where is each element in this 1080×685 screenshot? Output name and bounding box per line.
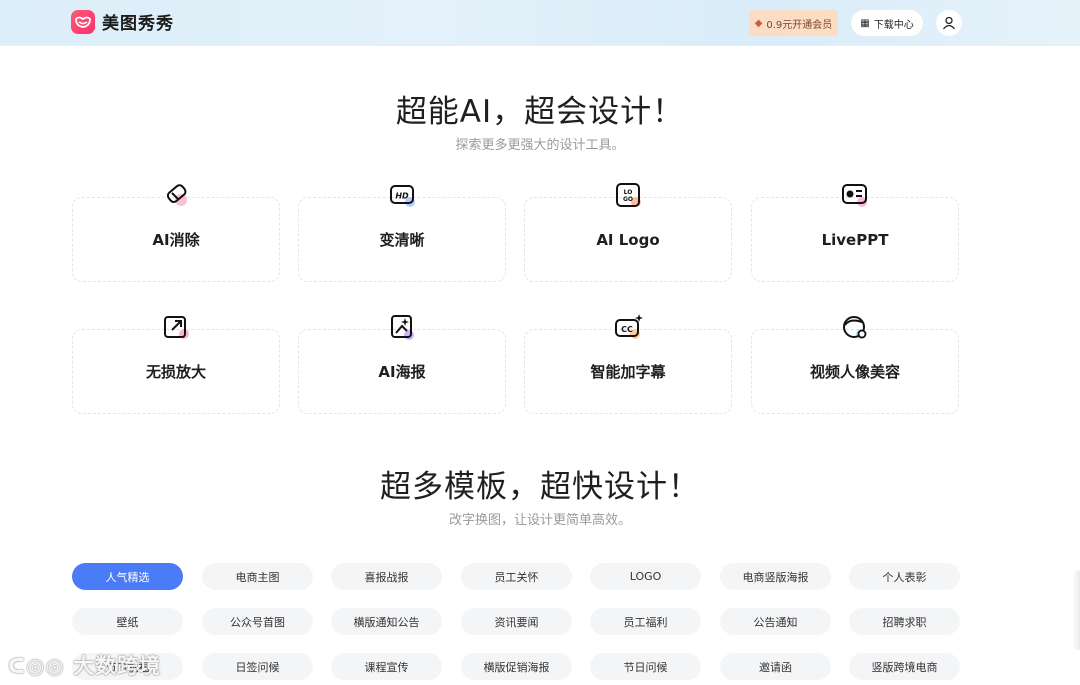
template-chip[interactable]: 壁纸 (72, 608, 183, 635)
face-beauty-icon (843, 316, 867, 339)
user-avatar-button[interactable] (936, 10, 962, 36)
download-center-button[interactable]: ▦ 下载中心 (851, 10, 923, 36)
page: 美图秀秀 ◆ 0.9元开通会员 ▦ 下载中心 超能AI，超会设计！ 探索更多更强… (0, 0, 1080, 685)
template-chip[interactable]: 招聘求职 (849, 608, 960, 635)
brand-name: 美图秀秀 (102, 14, 174, 34)
svg-text:HD: HD (395, 192, 409, 201)
tool-label: 无损放大 (145, 363, 206, 381)
template-chip[interactable]: 个人表彰 (849, 563, 960, 590)
tool-label: 智能加字幕 (590, 363, 666, 381)
tool-label: LivePPT (821, 230, 889, 249)
template-chip[interactable]: 员工关怀 (461, 563, 572, 590)
template-chip[interactable]: 电商主图 (202, 563, 313, 590)
svg-text:GO: GO (623, 196, 633, 203)
template-chip[interactable]: 节日问候 (590, 653, 701, 680)
logo-icon: LO GO (616, 183, 641, 207)
template-chip[interactable]: LOGO (590, 563, 701, 590)
meitu-logo-icon (71, 9, 95, 34)
template-chip[interactable]: 员工福利 (590, 608, 701, 635)
template-chip[interactable]: 人气精选 (72, 563, 183, 590)
template-chip[interactable]: 邀请函 (720, 653, 831, 680)
user-icon (942, 16, 956, 30)
svg-text:CC: CC (621, 325, 633, 334)
tool-label: 视频人像美容 (809, 363, 900, 381)
download-label: 下载中心 (873, 19, 914, 31)
poster-icon (391, 315, 414, 340)
svg-text:LO: LO (624, 189, 633, 196)
top-nav: 美图秀秀 ◆ 0.9元开通会员 ▦ 下载中心 (0, 0, 1080, 46)
scroll-edge (1072, 570, 1080, 650)
eraser-icon (166, 184, 187, 206)
vip-label: 0.9元开通会员 (766, 19, 833, 31)
watermark-logo: ᑕ◎◎ (8, 654, 74, 678)
watermark-text: 大数跨境 (73, 654, 162, 678)
template-chip[interactable]: 横版促销海报 (461, 653, 572, 680)
template-chip[interactable]: 公众号首图 (202, 608, 313, 635)
brand-logo[interactable]: 美图秀秀 (71, 9, 174, 34)
template-chip[interactable]: 电商竖版海报 (720, 563, 831, 590)
template-section-subtitle: 改字换图，让设计更简单高效。 (448, 513, 631, 528)
template-chip[interactable]: 公告通知 (720, 608, 831, 635)
diamond-icon: ◆ (754, 17, 763, 29)
ai-section-title: 超能AI，超会设计！ (395, 94, 685, 130)
enlarge-icon (164, 316, 189, 339)
tool-label: 变清晰 (379, 231, 425, 249)
tool-label: AI Logo (596, 230, 660, 249)
caption-icon: CC (615, 314, 643, 339)
hd-icon: HD (390, 185, 415, 207)
tool-label: AI海报 (378, 363, 426, 381)
vip-button[interactable]: ◆ 0.9元开通会员 (749, 10, 838, 36)
watermark: ᑕ◎◎ 大数跨境 (8, 650, 161, 680)
tool-label: AI消除 (152, 231, 200, 249)
template-section-title: 超多模板，超快设计！ (380, 469, 700, 505)
grid-icon: ▦ (860, 17, 870, 29)
template-chip[interactable]: 课程宣传 (331, 653, 442, 680)
template-chip[interactable]: 喜报战报 (331, 563, 442, 590)
template-chip[interactable]: 资讯要闻 (461, 608, 572, 635)
template-chip[interactable]: 日签问候 (202, 653, 313, 680)
template-chip[interactable]: 横版通知公告 (331, 608, 442, 635)
ai-section-subtitle: 探索更多更强大的设计工具。 (455, 138, 625, 153)
ppt-icon (842, 184, 867, 207)
template-chip[interactable]: 竖版跨境电商 (849, 653, 960, 680)
